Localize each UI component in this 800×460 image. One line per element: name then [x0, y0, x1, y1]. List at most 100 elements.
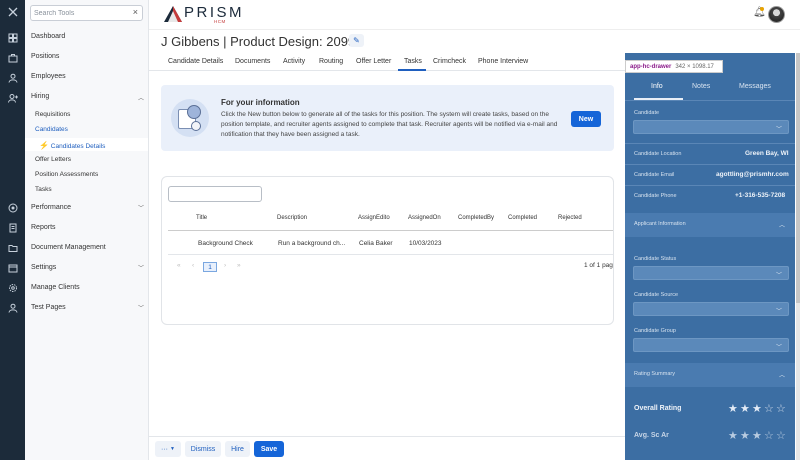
star-icon[interactable]: ★ — [728, 402, 738, 415]
column-header-assigneditor[interactable]: AssignEdito — [358, 215, 390, 221]
reports-icon[interactable] — [6, 221, 19, 234]
chevron-up-icon[interactable]: ︿ — [138, 93, 144, 102]
hiring-icon[interactable] — [6, 91, 19, 104]
icon-rail — [0, 0, 25, 460]
sidebar-item-reports[interactable]: Reports — [31, 224, 56, 231]
tab-phone-interview[interactable]: Phone Interview — [478, 58, 528, 65]
active-tab-indicator — [398, 69, 426, 71]
drawer-scrollbar[interactable] — [796, 53, 800, 460]
candidate-select[interactable]: ﹀ — [633, 120, 789, 134]
gear-icon[interactable] — [6, 281, 19, 294]
hire-button[interactable]: Hire — [225, 441, 250, 457]
sidebar-subitem-tasks[interactable]: Tasks — [35, 186, 52, 193]
page-number-button[interactable]: 1 — [203, 262, 217, 272]
star-icon[interactable]: ★ — [752, 402, 762, 415]
tab-bar: Candidate Details Documents Activity Rou… — [149, 54, 625, 71]
sidebar-item-document-management[interactable]: Document Management — [31, 244, 106, 251]
column-header-completedby[interactable]: CompletedBy — [458, 215, 494, 221]
column-header-description[interactable]: Description — [277, 215, 307, 221]
chevron-down-icon[interactable]: ﹀ — [138, 303, 144, 312]
star-icon[interactable]: ★ — [740, 429, 750, 442]
chevron-down-icon[interactable]: ﹀ — [138, 203, 144, 212]
search-box[interactable]: × — [30, 5, 143, 21]
tab-routing[interactable]: Routing — [319, 58, 343, 65]
sidebar-item-positions[interactable]: Positions — [31, 53, 59, 60]
chevron-down-icon: ﹀ — [775, 345, 782, 351]
chevron-down-icon[interactable]: ﹀ — [138, 263, 144, 272]
sidebar-item-employees[interactable]: Employees — [31, 73, 66, 80]
dashboard-icon[interactable] — [6, 31, 19, 44]
sidebar-item-performance[interactable]: Performance — [31, 204, 71, 211]
search-input[interactable] — [34, 8, 124, 19]
column-header-assignedon[interactable]: AssignedOn — [408, 215, 441, 221]
column-header-completed[interactable]: Completed — [508, 215, 537, 221]
sidebar-item-test-pages[interactable]: Test Pages — [31, 304, 66, 311]
edit-title-button[interactable]: ✎ — [349, 34, 364, 47]
sidebar-subitem-offer-letters[interactable]: Offer Letters — [35, 156, 71, 163]
positions-icon[interactable] — [6, 51, 19, 64]
candidate-source-select[interactable]: ﹀ — [633, 302, 789, 316]
dismiss-button[interactable]: Dismiss — [185, 441, 221, 457]
sidebar-item-settings[interactable]: Settings — [31, 264, 56, 271]
sidebar-subitem-position-assessments[interactable]: Position Assessments — [35, 171, 98, 178]
sidebar-item-hiring[interactable]: Hiring — [31, 93, 49, 100]
star-outline-icon[interactable]: ☆ — [764, 402, 774, 415]
star-outline-icon[interactable]: ☆ — [764, 429, 774, 442]
rating-summary-section[interactable]: Rating Summary ︿ — [625, 363, 795, 387]
caret-down-icon: ▼ — [170, 446, 175, 452]
drawer-divider — [625, 185, 795, 186]
pager-info: 1 of 1 pag — [584, 262, 613, 269]
folder-icon[interactable] — [6, 241, 19, 254]
tab-candidate-details[interactable]: Candidate Details — [168, 58, 223, 65]
performance-icon[interactable] — [6, 201, 19, 214]
chevron-up-icon: ︿ — [778, 373, 785, 379]
more-actions-button[interactable]: ··· ▼ — [155, 441, 181, 457]
employees-icon[interactable] — [6, 71, 19, 84]
drawer-tab-notes[interactable]: Notes — [692, 83, 710, 90]
user-icon[interactable] — [6, 301, 19, 314]
clear-search-icon[interactable]: × — [133, 7, 138, 17]
more-label: ··· — [161, 445, 169, 453]
sidebar-subitem-candidates-details[interactable]: ⚡ Candidates Details — [39, 141, 105, 150]
drawer-divider — [625, 100, 795, 101]
star-outline-icon[interactable]: ☆ — [776, 429, 786, 442]
tab-crimcheck[interactable]: Crimcheck — [433, 58, 466, 65]
star-outline-icon[interactable]: ☆ — [776, 402, 786, 415]
column-header-title[interactable]: Title — [196, 215, 207, 221]
column-header-rejected[interactable]: Rejected — [558, 215, 582, 221]
sidebar-subitem-candidates[interactable]: Candidates — [35, 126, 68, 133]
table-header-divider — [168, 230, 613, 231]
sidebar-item-dashboard[interactable]: Dashboard — [31, 33, 65, 40]
prev-page-icon[interactable]: ‹ — [192, 262, 194, 269]
table-filter-input[interactable] — [168, 186, 262, 202]
candidate-group-select[interactable]: ﹀ — [633, 338, 789, 352]
star-icon[interactable]: ★ — [752, 429, 762, 442]
sidebar-subitem-requisitions[interactable]: Requisitions — [35, 111, 70, 118]
drawer-tab-info[interactable]: Info — [651, 83, 663, 90]
drawer-tab-messages[interactable]: Messages — [739, 83, 771, 90]
tab-offer-letter[interactable]: Offer Letter — [356, 58, 391, 65]
scrollbar-thumb[interactable] — [796, 53, 800, 303]
save-button[interactable]: Save — [254, 441, 284, 457]
next-page-icon[interactable]: › — [224, 262, 226, 269]
new-button[interactable]: New — [571, 111, 601, 127]
tab-documents[interactable]: Documents — [235, 58, 270, 65]
prism-logo[interactable]: PRISM HCM — [164, 4, 244, 26]
bolt-icon: ⚡ — [39, 141, 49, 150]
brand-sub: HCM — [214, 19, 226, 24]
cell-description: Run a background ch... — [278, 240, 346, 247]
drawer-divider — [625, 164, 795, 165]
settings-icon[interactable] — [6, 261, 19, 274]
sidebar-item-manage-clients[interactable]: Manage Clients — [31, 284, 80, 291]
candidate-status-select[interactable]: ﹀ — [633, 266, 789, 280]
tab-activity[interactable]: Activity — [283, 58, 305, 65]
star-icon[interactable]: ★ — [728, 429, 738, 442]
filter-input[interactable] — [171, 188, 261, 200]
tab-tasks[interactable]: Tasks — [404, 58, 422, 65]
applicant-information-section[interactable]: Applicant Information ︿ — [625, 213, 795, 237]
close-icon[interactable] — [6, 5, 19, 18]
first-page-icon[interactable]: « — [177, 262, 181, 269]
avatar[interactable] — [768, 6, 785, 23]
star-icon[interactable]: ★ — [740, 402, 750, 415]
last-page-icon[interactable]: » — [237, 262, 241, 269]
